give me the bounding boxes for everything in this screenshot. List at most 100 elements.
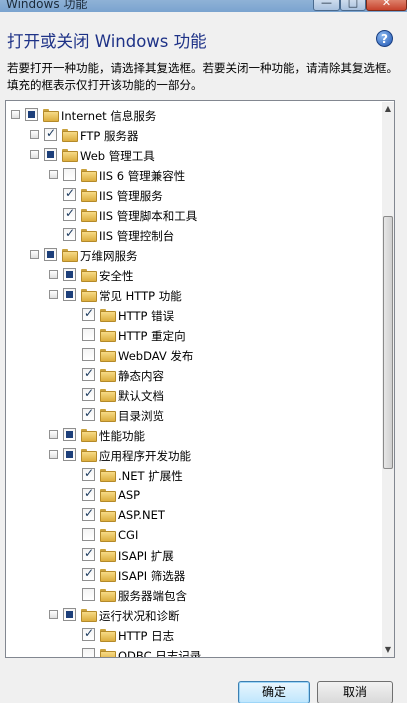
feature-checkbox[interactable] bbox=[82, 466, 95, 481]
tree-item[interactable]: ⊟ 常见 HTTP 功能 bbox=[6, 285, 378, 305]
feature-checkbox[interactable] bbox=[63, 268, 76, 281]
tree-item[interactable]: 服务器端包含 bbox=[6, 585, 378, 605]
feature-checkbox[interactable] bbox=[63, 608, 76, 621]
feature-checkbox[interactable] bbox=[82, 546, 95, 561]
feature-checkbox[interactable] bbox=[82, 486, 95, 501]
folder-icon bbox=[43, 109, 59, 122]
tree-item[interactable]: ⊟ 万维网服务 bbox=[6, 245, 378, 265]
title-bar[interactable]: Windows 功能 — □ ✕ bbox=[0, 0, 407, 12]
feature-checkbox[interactable] bbox=[82, 348, 95, 361]
feature-checkbox[interactable] bbox=[82, 406, 95, 421]
folder-icon bbox=[81, 209, 97, 222]
feature-checkbox[interactable] bbox=[82, 626, 95, 641]
feature-tree[interactable]: ⊟ Internet 信息服务 ⊞ FTP 服务器 ⊟ Web 管理工具 ⊞ IIS 6 管理… bbox=[5, 100, 395, 658]
tree-item-label: 运行状况和诊断 bbox=[99, 609, 180, 623]
expand-icon[interactable]: ⊞ bbox=[49, 270, 58, 279]
feature-checkbox[interactable] bbox=[82, 566, 95, 581]
tree-item[interactable]: ODBC 日志记录 bbox=[6, 645, 378, 657]
tree-item[interactable]: ⊟ 运行状况和诊断 bbox=[6, 605, 378, 625]
tree-item[interactable]: CGI bbox=[6, 525, 378, 545]
tree-item[interactable]: HTTP 错误 bbox=[6, 305, 378, 325]
collapse-icon[interactable]: ⊟ bbox=[11, 110, 20, 119]
close-icon: ✕ bbox=[381, 0, 392, 9]
window-title: Windows 功能 bbox=[6, 0, 88, 11]
folder-icon bbox=[100, 369, 116, 382]
cancel-button[interactable]: 取消 bbox=[317, 681, 393, 703]
tree-item[interactable]: ⊟ Internet 信息服务 bbox=[6, 105, 378, 125]
folder-icon bbox=[81, 289, 97, 302]
feature-checkbox[interactable] bbox=[82, 366, 95, 381]
feature-checkbox[interactable] bbox=[82, 328, 95, 341]
feature-checkbox[interactable] bbox=[82, 506, 95, 521]
tree-item[interactable]: ISAPI 筛选器 bbox=[6, 565, 378, 585]
tree-item[interactable]: HTTP 日志 bbox=[6, 625, 378, 645]
folder-icon bbox=[81, 429, 97, 442]
tree-item[interactable]: 默认文档 bbox=[6, 385, 378, 405]
tree-item[interactable]: IIS 管理服务 bbox=[6, 185, 378, 205]
feature-checkbox[interactable] bbox=[63, 428, 76, 441]
scrollbar-thumb[interactable] bbox=[383, 216, 393, 470]
tree-item-label: 静态内容 bbox=[118, 369, 164, 383]
expand-icon[interactable]: ⊞ bbox=[49, 430, 58, 439]
tree-item[interactable]: 目录浏览 bbox=[6, 405, 378, 425]
feature-checkbox[interactable] bbox=[63, 448, 76, 461]
tree-item[interactable]: ASP.NET bbox=[6, 505, 378, 525]
tree-item[interactable]: 静态内容 bbox=[6, 365, 378, 385]
scroll-down-icon[interactable]: ▼ bbox=[382, 643, 394, 657]
minimize-button[interactable]: — bbox=[313, 0, 340, 11]
tree-item[interactable]: ⊞ 安全性 bbox=[6, 265, 378, 285]
feature-checkbox[interactable] bbox=[44, 126, 57, 141]
tree-item-label: CGI bbox=[118, 528, 139, 542]
feature-checkbox[interactable] bbox=[82, 306, 95, 321]
tree-item[interactable]: ⊟ 应用程序开发功能 bbox=[6, 445, 378, 465]
folder-icon bbox=[100, 409, 116, 422]
feature-checkbox[interactable] bbox=[63, 168, 76, 181]
feature-checkbox[interactable] bbox=[44, 148, 57, 161]
tree-item[interactable]: ISAPI 扩展 bbox=[6, 545, 378, 565]
feature-checkbox[interactable] bbox=[63, 226, 76, 241]
tree-item[interactable]: ⊞ IIS 6 管理兼容性 bbox=[6, 165, 378, 185]
feature-checkbox[interactable] bbox=[82, 386, 95, 401]
feature-checkbox[interactable] bbox=[82, 588, 95, 601]
tree-item[interactable]: ASP bbox=[6, 485, 378, 505]
feature-checkbox[interactable] bbox=[44, 248, 57, 261]
feature-checkbox[interactable] bbox=[82, 528, 95, 541]
description-text: 若要打开一种功能，请选择其复选框。若要关闭一种功能，请清除其复选框。填充的框表示… bbox=[7, 61, 398, 92]
expand-icon[interactable]: ⊞ bbox=[30, 130, 39, 139]
tree-item-label: IIS 管理服务 bbox=[99, 189, 163, 203]
tree-item-label: Internet 信息服务 bbox=[61, 109, 157, 123]
collapse-icon[interactable]: ⊟ bbox=[49, 450, 58, 459]
tree-item-label: FTP 服务器 bbox=[80, 129, 139, 143]
collapse-icon[interactable]: ⊟ bbox=[49, 290, 58, 299]
scroll-up-icon[interactable]: ▲ bbox=[382, 102, 394, 116]
collapse-icon[interactable]: ⊟ bbox=[30, 250, 39, 259]
tree-item[interactable]: IIS 管理控制台 bbox=[6, 225, 378, 245]
maximize-button[interactable]: □ bbox=[340, 0, 366, 11]
tree-item[interactable]: WebDAV 发布 bbox=[6, 345, 378, 365]
tree-item[interactable]: ⊟ Web 管理工具 bbox=[6, 145, 378, 165]
dialog-body: 打开或关闭 Windows 功能 ? 若要打开一种功能，请选择其复选框。若要关闭… bbox=[0, 12, 407, 703]
collapse-icon[interactable]: ⊟ bbox=[49, 610, 58, 619]
expand-icon[interactable]: ⊞ bbox=[49, 170, 58, 179]
feature-checkbox[interactable] bbox=[25, 108, 38, 121]
tree-item[interactable]: ⊞ 性能功能 bbox=[6, 425, 378, 445]
ok-button[interactable]: 确定 bbox=[238, 681, 310, 703]
tree-item[interactable]: HTTP 重定向 bbox=[6, 325, 378, 345]
folder-icon bbox=[100, 309, 116, 322]
feature-checkbox[interactable] bbox=[63, 186, 76, 201]
tree-item[interactable]: .NET 扩展性 bbox=[6, 465, 378, 485]
collapse-icon[interactable]: ⊟ bbox=[30, 150, 39, 159]
feature-checkbox[interactable] bbox=[63, 206, 76, 221]
feature-checkbox[interactable] bbox=[63, 288, 76, 301]
folder-icon bbox=[81, 609, 97, 622]
help-icon[interactable]: ? bbox=[376, 30, 393, 47]
tree-item[interactable]: IIS 管理脚本和工具 bbox=[6, 205, 378, 225]
folder-icon bbox=[81, 449, 97, 462]
vertical-scrollbar[interactable]: ▲ ▼ bbox=[382, 102, 394, 657]
folder-icon bbox=[81, 189, 97, 202]
feature-checkbox[interactable] bbox=[82, 648, 95, 657]
folder-icon bbox=[100, 529, 116, 542]
folder-icon bbox=[100, 649, 116, 657]
tree-item[interactable]: ⊞ FTP 服务器 bbox=[6, 125, 378, 145]
close-button[interactable]: ✕ bbox=[366, 0, 407, 11]
